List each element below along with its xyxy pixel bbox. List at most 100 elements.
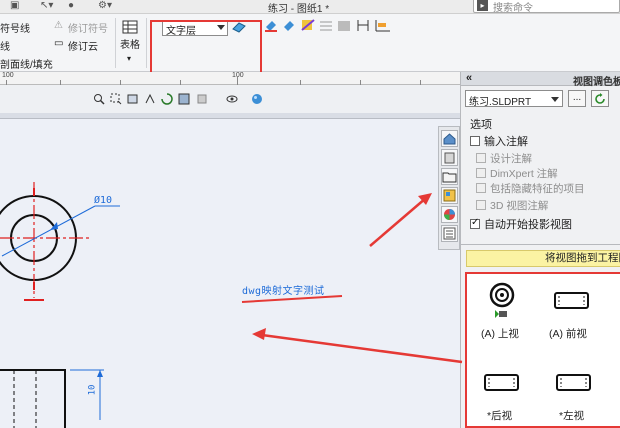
option-label: 包括隐藏特征的项目 xyxy=(490,183,585,195)
3d-view-annotations-checkbox xyxy=(476,200,486,210)
zoom-to-fit-icon[interactable] xyxy=(93,93,105,105)
option-label: 3D 视图注解 xyxy=(490,200,549,212)
view-thumbnails: (A) 上视 (A) 前视 *后视 *左视 xyxy=(465,272,620,428)
window-title: 练习 - 图纸1 * xyxy=(268,4,330,15)
model-file-select[interactable]: 练习.SLDPRT xyxy=(465,90,563,108)
display-style-icon[interactable] xyxy=(178,93,190,105)
ruler-label: 100 xyxy=(2,72,14,79)
sheet-border xyxy=(0,113,460,119)
hide-edge-icon xyxy=(320,21,332,31)
height-dimension[interactable]: 10 xyxy=(87,385,97,396)
ribbon-separator xyxy=(115,18,116,68)
option-label: 输入注解 xyxy=(484,136,528,148)
edge-display-icon xyxy=(357,20,369,31)
pane-header: « 视图调色板 xyxy=(461,72,620,88)
folder-icon xyxy=(442,172,457,183)
auto-projected-view-checkbox[interactable] xyxy=(470,217,480,229)
pan-icon[interactable] xyxy=(144,93,156,105)
import-annotations-checkbox[interactable] xyxy=(470,136,480,146)
view-setting-icon[interactable] xyxy=(196,93,208,105)
previous-view-icon[interactable] xyxy=(127,93,139,105)
view-palette-icon xyxy=(443,189,456,202)
traffic-light-icon[interactable]: ● xyxy=(68,0,74,12)
view-thumb-left[interactable] xyxy=(555,372,593,394)
align-icon xyxy=(375,20,390,32)
ribbon-line[interactable]: 线 xyxy=(0,38,10,53)
design-annotations-checkbox xyxy=(476,153,486,163)
ribbon: 符号线 线 剖面线/填充 ⚠ 修订符号 ▭ 修订云 表格 ▾ 文字层 xyxy=(0,14,620,74)
model-file-value: 练习.SLDPRT xyxy=(469,97,532,108)
dimxpert-annotations-checkbox xyxy=(476,168,486,178)
options-gear-icon[interactable]: ⚙▾ xyxy=(98,0,112,12)
view-thumb-front[interactable] xyxy=(553,290,591,312)
view-label-back: *后视 xyxy=(487,410,513,422)
line-style-icon xyxy=(301,19,315,31)
option-auto-projected-view[interactable]: 自动开始投影视图 xyxy=(470,216,572,232)
properties-icon xyxy=(443,227,456,240)
chevron-down-icon xyxy=(551,97,559,102)
option-label: DimXpert 注解 xyxy=(490,168,558,180)
ribbon-hatch-fill[interactable]: 剖面线/填充 xyxy=(0,56,53,71)
tab-resources[interactable] xyxy=(441,130,458,147)
revision-symbol-button[interactable]: 修订符号 xyxy=(68,20,108,35)
refresh-button[interactable] xyxy=(591,90,609,107)
option-import-annotations[interactable]: 输入注解 xyxy=(470,133,528,149)
line-format-toolbar xyxy=(265,19,390,32)
option-label: 自动开始投影视图 xyxy=(484,219,572,231)
warning-icon: ⚠ xyxy=(54,20,63,31)
dwg-mapped-text-note[interactable]: dwg映射文字测试 xyxy=(242,282,325,297)
line-thickness-icon xyxy=(284,21,294,31)
line-color-icon xyxy=(265,21,277,32)
view-label-front: (A) 前视 xyxy=(549,328,587,340)
search-placeholder: 搜索命令 xyxy=(493,3,533,14)
tab-custom-properties[interactable] xyxy=(441,225,458,242)
title-bar: ▣ ↖▾ ● ⚙▾ 练习 - 图纸1 * ▸ 搜索命令 xyxy=(0,0,620,15)
search-icon: ▸ xyxy=(477,0,488,11)
tab-appearances[interactable] xyxy=(441,206,458,223)
appearances-icon xyxy=(444,209,455,220)
tab-file-explorer[interactable] xyxy=(441,168,458,185)
option-design-annotations: 设计注解 xyxy=(476,151,532,166)
collapse-pane-button[interactable]: « xyxy=(466,72,472,84)
options-heading: 选项 xyxy=(470,119,492,131)
option-hidden-features: 包括隐藏特征的项目 xyxy=(476,181,585,196)
hide-show-icon[interactable] xyxy=(226,93,238,105)
revision-cloud-button[interactable]: 修订云 xyxy=(68,38,98,53)
browse-button[interactable]: ... xyxy=(568,90,586,107)
appearance-icon[interactable] xyxy=(251,93,263,105)
drawing-sheet[interactable] xyxy=(0,113,460,428)
tab-view-palette[interactable] xyxy=(441,187,458,204)
pane-divider xyxy=(461,244,620,245)
ruler-tick xyxy=(237,77,238,85)
heads-up-view-toolbar xyxy=(0,85,460,113)
revision-cloud-icon: ▭ xyxy=(54,38,64,49)
tab-design-library[interactable] xyxy=(441,149,458,166)
refresh-icon xyxy=(595,93,605,104)
view-palette-pane: « 视图调色板 练习.SLDPRT ... 选项 输入注解 设计注解 DimXp… xyxy=(460,72,620,428)
hidden-features-checkbox xyxy=(476,183,486,193)
rotate-icon[interactable] xyxy=(161,93,173,105)
pane-title: 视图调色板 xyxy=(573,77,620,88)
ribbon-separator xyxy=(146,18,147,68)
quick-access-icon[interactable]: ▣ xyxy=(10,0,19,12)
highlight-box xyxy=(150,20,262,74)
color-display-icon xyxy=(338,21,350,31)
option-3d-view-annotations: 3D 视图注解 xyxy=(476,198,548,213)
zoom-area-icon[interactable] xyxy=(110,93,122,105)
view-label-top: (A) 上视 xyxy=(481,328,519,340)
horizontal-ruler: 100 100 xyxy=(0,72,460,85)
drag-views-hint: 将视图拖到工程图 xyxy=(466,250,620,267)
option-dimxpert-annotations: DimXpert 注解 xyxy=(476,166,558,181)
option-label: 设计注解 xyxy=(490,153,532,165)
select-arrow-icon[interactable]: ↖▾ xyxy=(40,0,53,12)
table-button[interactable]: 表格 xyxy=(120,36,140,51)
table-dropdown-icon[interactable]: ▾ xyxy=(127,54,131,63)
search-commands-input[interactable]: ▸ 搜索命令 xyxy=(473,0,620,14)
view-label-left: *左视 xyxy=(559,410,585,422)
library-icon xyxy=(444,152,455,164)
ribbon-symbol-line[interactable]: 符号线 xyxy=(0,20,30,35)
view-thumb-back[interactable] xyxy=(483,372,521,394)
table-icon[interactable] xyxy=(122,20,138,34)
diameter-dimension[interactable]: Ø10 xyxy=(94,195,112,206)
view-thumb-top[interactable] xyxy=(489,282,519,320)
